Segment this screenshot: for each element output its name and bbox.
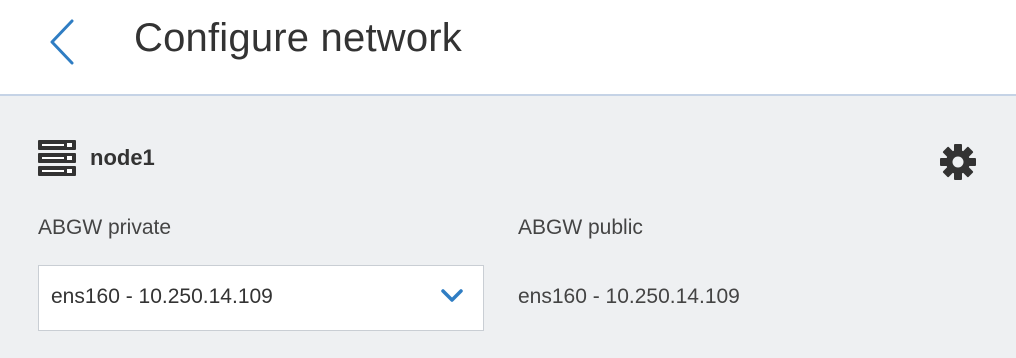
- server-icon: [38, 140, 76, 176]
- abgw-private-select[interactable]: ens160 - 10.250.14.109: [38, 265, 484, 331]
- abgw-private-selected-value: ens160 - 10.250.14.109: [51, 285, 273, 308]
- node-settings-button[interactable]: [938, 142, 978, 182]
- configure-network-page: Configure network node1 ABGW private ABG…: [0, 0, 1016, 358]
- node-network-panel: node1 ABGW private ABGW public ens160 - …: [0, 96, 1016, 358]
- abgw-private-label: ABGW private: [38, 216, 172, 239]
- chevron-down-icon: [441, 289, 463, 302]
- back-button[interactable]: [40, 14, 84, 70]
- node-name: node1: [90, 145, 155, 170]
- node-header: node1: [38, 140, 155, 176]
- chevron-left-icon: [50, 19, 74, 65]
- page-header: Configure network: [0, 0, 1016, 96]
- abgw-public-label: ABGW public: [518, 216, 643, 239]
- page-title: Configure network: [134, 16, 463, 60]
- gear-icon: [940, 144, 976, 180]
- abgw-public-value: ens160 - 10.250.14.109: [518, 285, 740, 308]
